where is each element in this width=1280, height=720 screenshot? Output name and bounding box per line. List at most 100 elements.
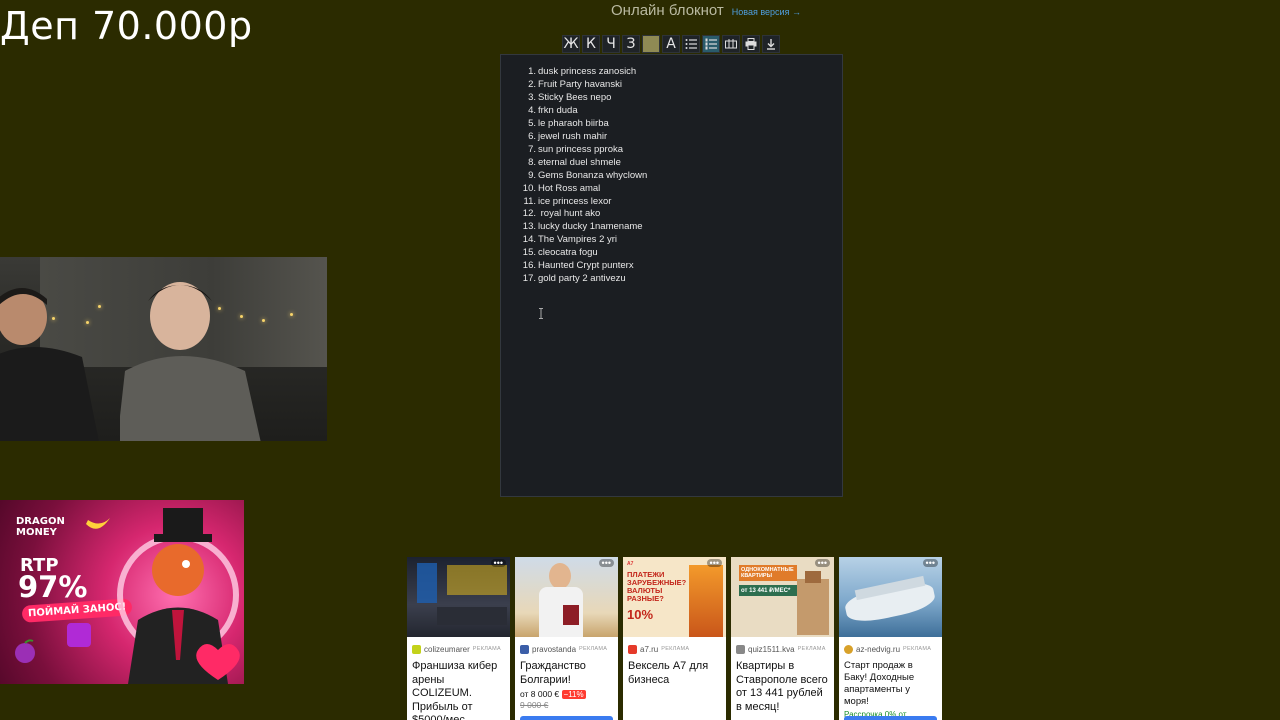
list-item: 14. The Vampires 2 yri bbox=[523, 234, 647, 247]
list-item-number: 3. bbox=[528, 91, 536, 103]
site-title: Онлайн блокнот bbox=[611, 2, 724, 19]
ad-image: ОДНОКОМНАТНЫЕ КВАРТИРЫ от 13 441 ₽/МЕС* … bbox=[731, 557, 834, 637]
ad-card[interactable]: ••• colizeumarer РЕКЛАМА Франшиза кибер … bbox=[407, 557, 510, 720]
bold-button[interactable]: Ж bbox=[562, 35, 580, 53]
list-item-text: Haunted Crypt punterx bbox=[538, 260, 634, 272]
list-item-text: Fruit Party havanski bbox=[538, 78, 622, 90]
site-header: Онлайн блокнот Новая версия → bbox=[611, 2, 801, 19]
ad-action-button[interactable] bbox=[520, 716, 613, 720]
list-item: 5. le pharaoh biirba bbox=[528, 117, 647, 131]
deposit-overlay-text: Деп 70.000р bbox=[0, 4, 253, 48]
italic-button[interactable]: К bbox=[582, 35, 600, 53]
list-item: 11. ice princess lexor bbox=[523, 195, 647, 209]
ad-tag: РЕКЛАМА bbox=[661, 646, 690, 652]
list-item-number: 6. bbox=[528, 130, 536, 142]
ad-image: А7 ПЛАТЕЖИ ЗАРУБЕЖНЫЕ? ВАЛЮТЫ РАЗНЫЕ? 10… bbox=[623, 557, 726, 637]
ad-favicon-icon bbox=[844, 644, 853, 654]
list-item: 7. sun princess pproka bbox=[528, 143, 647, 157]
ad-title: Квартиры в Ставрополе всего от 13 441 ру… bbox=[736, 660, 828, 713]
ad-favicon-icon bbox=[628, 644, 637, 654]
ad-title: Старт продаж в Баку! Доходные апартамент… bbox=[844, 660, 915, 707]
underline-button[interactable]: Ч bbox=[602, 35, 620, 53]
list-item: 2. Fruit Party havanski bbox=[528, 78, 647, 92]
ad-menu-icon[interactable]: ••• bbox=[814, 559, 830, 568]
list-item-text: le pharaoh biirba bbox=[538, 117, 609, 129]
editor-toolbar: Ж К Ч З А bbox=[562, 35, 780, 53]
ad-favicon-icon bbox=[736, 644, 745, 654]
ad-menu-icon[interactable]: ••• bbox=[598, 559, 614, 568]
list-item-text: ice princess lexor bbox=[538, 195, 612, 207]
list-item-text: dusk princess zanosich bbox=[538, 66, 637, 77]
webcam-overlay bbox=[0, 257, 327, 441]
ad-title: Гражданство Болгарии! bbox=[520, 660, 586, 686]
list-item-number: 10. bbox=[522, 182, 536, 194]
ad-domain: colizeumarer bbox=[424, 644, 470, 654]
font-color-button[interactable]: А bbox=[662, 35, 680, 53]
list-item: 10. Hot Ross amal bbox=[523, 182, 647, 196]
list-item: 3. Sticky Bees nepo bbox=[528, 92, 647, 105]
rtp-value: 97% bbox=[18, 570, 88, 604]
ad-image-headline: ПЛАТЕЖИ ЗАРУБЕЖНЫЕ? ВАЛЮТЫ РАЗНЫЕ? bbox=[627, 570, 687, 603]
ad-menu-icon[interactable]: ••• bbox=[706, 559, 722, 568]
list-item-number: 7. bbox=[528, 143, 536, 155]
banana-icon bbox=[86, 518, 110, 529]
list-item-text: eternal duel shmele bbox=[538, 156, 621, 168]
list-item-text: Hot Ross amal bbox=[538, 182, 601, 194]
ad-card[interactable]: ОДНОКОМНАТНЫЕ КВАРТИРЫ от 13 441 ₽/МЕС* … bbox=[731, 557, 834, 720]
list-item-number: 2. bbox=[528, 78, 536, 90]
download-icon[interactable] bbox=[762, 35, 780, 53]
ad-domain: az-nedvig.ru bbox=[856, 644, 901, 654]
list-item-text: lucky ducky 1namename bbox=[538, 221, 643, 233]
numbered-list-icon[interactable] bbox=[702, 35, 720, 53]
ad-card[interactable]: ••• az-nedvig.ru РЕКЛАМА Старт продаж в … bbox=[839, 557, 942, 720]
ad-domain: quiz1511.kva bbox=[748, 644, 795, 654]
ad-discount-badge: −11% bbox=[561, 690, 586, 699]
list-item-number: 9. bbox=[528, 169, 536, 181]
ad-tag: РЕКЛАМА bbox=[903, 646, 932, 652]
list-item: 8. eternal duel shmele bbox=[528, 156, 647, 170]
ad-image: ••• bbox=[839, 557, 942, 637]
table-icon[interactable] bbox=[722, 35, 740, 53]
list-item-number: 15. bbox=[522, 247, 536, 259]
ad-image: ••• bbox=[515, 557, 618, 637]
print-icon[interactable] bbox=[742, 35, 760, 53]
ad-image-price: от 13 441 ₽/МЕС* bbox=[739, 585, 797, 596]
ad-price: от 8 000 € −11% 9 000 € bbox=[515, 687, 618, 711]
bullet-list-icon[interactable] bbox=[682, 35, 700, 53]
ad-menu-icon[interactable]: ••• bbox=[490, 559, 506, 568]
text-cursor-icon bbox=[538, 308, 543, 319]
list-item-number: 12. bbox=[522, 208, 536, 220]
list-item-text: frkn duda bbox=[538, 104, 578, 116]
new-version-link[interactable]: Новая версия → bbox=[732, 7, 801, 17]
ad-tag: РЕКЛАМА bbox=[797, 646, 826, 652]
casino-banner-ad[interactable]: DRAGON MONEY RTP 97% ПОЙМАЙ ЗАНОС! bbox=[0, 500, 244, 684]
casino-brand: DRAGON MONEY bbox=[16, 516, 65, 538]
ad-old-price: 9 000 € bbox=[520, 700, 549, 710]
ad-image-rate: 10% bbox=[627, 607, 654, 622]
list-item-text: sun princess pproka bbox=[538, 143, 624, 155]
list-item-number: 1. bbox=[528, 66, 536, 77]
list-item-text: The Vampires 2 yri bbox=[538, 234, 618, 246]
dragon-mascot-icon bbox=[117, 508, 240, 684]
ad-menu-icon[interactable]: ••• bbox=[922, 559, 938, 568]
list-item: 4. frkn duda bbox=[528, 104, 647, 118]
strikethrough-button[interactable]: З bbox=[622, 35, 640, 53]
list-item-number: 17. bbox=[522, 273, 536, 285]
ad-image: ••• bbox=[407, 557, 510, 637]
list-item: 9. Gems Bonanza whyclown bbox=[528, 169, 648, 183]
list-item-number: 14. bbox=[522, 234, 536, 246]
ad-card[interactable]: ••• pravostanda РЕКЛАМА Гражданство Болг… bbox=[515, 557, 618, 720]
list-item: 17. gold party 2 antivezu bbox=[523, 273, 647, 286]
ad-domain: a7.ru bbox=[640, 644, 659, 654]
list-item-number: 16. bbox=[522, 260, 536, 272]
list-item-text: royal hunt ako bbox=[538, 208, 601, 220]
ad-action-button[interactable] bbox=[844, 716, 937, 720]
list-item-text: Gems Bonanza whyclown bbox=[538, 169, 648, 181]
list-item: 6. jewel rush mahir bbox=[528, 131, 647, 144]
list-item-number: 4. bbox=[528, 104, 536, 116]
ad-title: Франшиза кибер арены COLIZEUM. Прибыль о… bbox=[412, 660, 498, 720]
notepad-editor[interactable]: 1. dusk princess zanosich 2. Fruit Party ha… bbox=[500, 54, 843, 497]
highlight-color-button[interactable] bbox=[642, 35, 660, 53]
list-item: 13. lucky ducky 1namename bbox=[523, 221, 647, 234]
ad-card[interactable]: А7 ПЛАТЕЖИ ЗАРУБЕЖНЫЕ? ВАЛЮТЫ РАЗНЫЕ? 10… bbox=[623, 557, 726, 720]
